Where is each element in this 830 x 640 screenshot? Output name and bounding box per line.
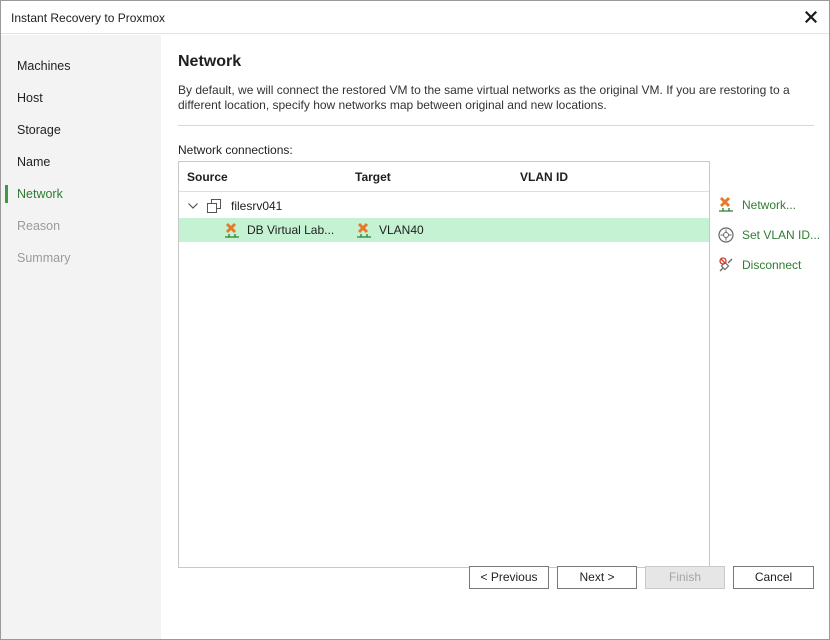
set-vlan-id-button[interactable]: Set VLAN ID... xyxy=(715,225,827,245)
mapping-source: DB Virtual Lab... xyxy=(247,223,335,237)
network-connections-table[interactable]: Source Target VLAN ID filesrv041 DB Virt… xyxy=(178,161,710,568)
page-title: Network xyxy=(178,53,242,70)
vm-name: filesrv041 xyxy=(231,199,283,213)
mapping-target: VLAN40 xyxy=(379,223,424,237)
title-bar: Instant Recovery to Proxmox xyxy=(1,1,829,34)
table-header: Source Target VLAN ID xyxy=(179,162,709,192)
active-step-marker xyxy=(5,185,8,203)
column-header-target[interactable]: Target xyxy=(355,170,391,184)
table-row-network-mapping[interactable]: DB Virtual Lab... VLAN40 xyxy=(179,218,709,242)
column-header-source[interactable]: Source xyxy=(187,170,228,184)
cancel-button[interactable]: Cancel xyxy=(733,566,814,589)
set-vlan-id-label: Set VLAN ID... xyxy=(742,228,821,242)
close-button[interactable] xyxy=(799,5,823,29)
previous-button[interactable]: < Previous xyxy=(469,566,549,589)
chevron-down-icon[interactable] xyxy=(187,200,199,212)
finish-button: Finish xyxy=(645,566,725,589)
network-button-label: Network... xyxy=(742,198,797,212)
network-icon xyxy=(719,196,733,212)
step-host[interactable]: Host xyxy=(17,91,43,105)
step-summary: Summary xyxy=(17,251,71,265)
header-divider xyxy=(178,125,814,126)
table-row-vm[interactable]: filesrv041 xyxy=(179,194,709,218)
step-storage[interactable]: Storage xyxy=(17,123,61,137)
network-icon xyxy=(357,222,371,238)
disconnect-icon xyxy=(719,257,733,272)
disconnect-label: Disconnect xyxy=(742,258,802,272)
page-description: By default, we will connect the restored… xyxy=(178,83,790,112)
vlan-icon xyxy=(718,227,734,243)
window-title: Instant Recovery to Proxmox xyxy=(11,11,166,25)
next-button[interactable]: Next > xyxy=(557,566,637,589)
close-icon xyxy=(805,11,817,23)
step-content: Network By default, we will connect the … xyxy=(162,35,829,639)
step-machines[interactable]: Machines xyxy=(17,59,71,73)
network-button[interactable]: Network... xyxy=(715,195,827,215)
step-reason: Reason xyxy=(17,219,61,233)
step-name[interactable]: Name xyxy=(17,155,50,169)
step-network[interactable]: Network xyxy=(17,187,63,201)
wizard-steps-sidebar: Machines Host Storage Name Network Reaso… xyxy=(1,35,161,639)
wizard-window: Instant Recovery to Proxmox Machines Hos… xyxy=(0,0,830,640)
vm-icon xyxy=(207,199,221,213)
disconnect-button[interactable]: Disconnect xyxy=(715,255,827,275)
network-icon xyxy=(225,222,239,238)
column-header-vlan-id[interactable]: VLAN ID xyxy=(520,170,568,184)
network-connections-label: Network connections: xyxy=(178,143,293,157)
